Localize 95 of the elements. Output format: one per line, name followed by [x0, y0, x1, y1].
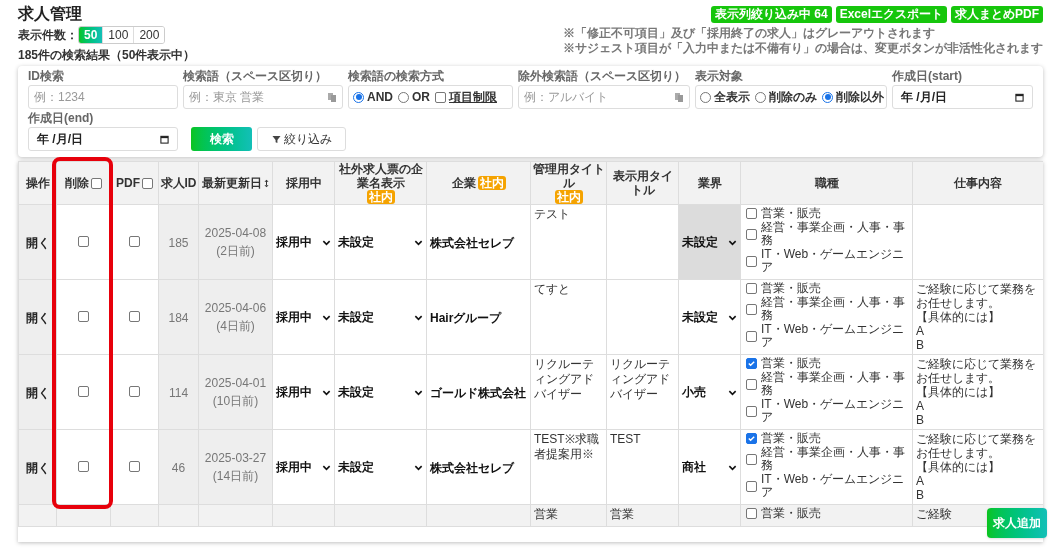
date-field[interactable]: 年 /月/日: [892, 85, 1033, 109]
checkbox-label: 営業・販売: [761, 507, 821, 520]
radio-label: 削除のみ: [769, 89, 817, 106]
tag: 社内: [366, 190, 395, 204]
column-header: 削除: [56, 161, 111, 205]
table-cell-text: (4日前): [216, 318, 255, 335]
checkbox-label: 営業・販売: [761, 282, 821, 295]
column-header: 企業 社内: [426, 161, 531, 205]
table-cell: 114: [168, 386, 189, 400]
table-cell: 184: [168, 311, 189, 325]
table-cell-text: てすと: [534, 282, 571, 297]
column-header: 仕事内容: [912, 161, 1043, 205]
table-cell: Hairグループ: [430, 311, 502, 325]
column-header: 求人ID: [158, 161, 199, 205]
table-cell-text: (10日前): [212, 393, 259, 410]
table-cell: 185: [168, 236, 189, 250]
table-cell: ゴールド株式会社: [430, 386, 526, 400]
checkbox-label: 経営・事業企画・人事・事務: [761, 296, 906, 322]
checkbox-label: 経営・事業企画・人事・事務: [761, 371, 906, 397]
table-cell: 46: [171, 461, 186, 475]
table-cell: 株式会社セレブ: [430, 461, 514, 475]
checkbox-label: 営業・販売: [761, 207, 821, 220]
column-header: PDF: [110, 161, 159, 205]
table-cell: ご経験に応じて業務を: [916, 357, 1036, 371]
table-cell-text: TEST: [610, 432, 642, 447]
column-header: 採用中: [272, 161, 335, 205]
checkbox-label: 経営・事業企画・人事・事務: [761, 446, 906, 472]
table-cell: B: [916, 488, 924, 502]
checkbox-label: 営業・販売: [761, 357, 821, 370]
column-header: 最新更新日: [198, 161, 273, 205]
table-cell: お任せします。: [916, 296, 1000, 310]
open-link[interactable]: 開く: [25, 461, 50, 475]
column-header: 職種: [740, 161, 913, 205]
note-text: ※「修正不可項目」及び「採用終了の求人」はグレーアウトされます: [563, 26, 936, 41]
result-summary: 185件の検索結果（50件表示中）: [18, 47, 196, 64]
table-cell: B: [916, 413, 924, 427]
table-cell: ご経験に応じて業務を: [916, 282, 1036, 296]
checkbox-label: IT・Web・ゲームエンジニア: [761, 323, 906, 349]
table-cell-text: 2025-04-06: [204, 300, 267, 317]
radio-label: OR: [412, 89, 430, 106]
column-header: 業界: [678, 161, 741, 205]
open-link[interactable]: 開く: [25, 311, 50, 325]
page-size-label: 表示件数：: [18, 27, 78, 44]
table-cell-text: (14日前): [212, 468, 259, 485]
table-cell: A: [916, 324, 924, 338]
open-link[interactable]: 開く: [25, 236, 50, 250]
table-cell-text: 営業: [610, 507, 635, 522]
tag: 社内: [554, 190, 583, 204]
page-size-option[interactable]: 200: [133, 27, 165, 43]
table-cell: A: [916, 399, 924, 413]
field-label: 作成日(start): [892, 69, 963, 84]
field-label: 表示対象: [695, 69, 744, 84]
checkbox-label: 営業・販売: [761, 432, 821, 445]
note-text: ※サジェスト項目が「入力中または不備有り」の場合は、変更ボタンが非活性化されます: [563, 41, 1043, 56]
page-title: 求人管理: [18, 4, 82, 24]
checkbox-label: IT・Web・ゲームエンジニア: [761, 398, 906, 424]
table-cell: お任せします。: [916, 371, 1000, 385]
table-cell-text: 営業: [534, 507, 559, 522]
table-cell-text: テスト: [534, 207, 571, 222]
table-cell-text: (2日前): [216, 243, 255, 260]
column-header: 管理用タイトル 社内: [530, 161, 607, 205]
open-link[interactable]: 開く: [25, 386, 50, 400]
table-cell: A: [916, 474, 924, 488]
table-cell: 【具体的には】: [916, 310, 1000, 324]
radio-label: 全表示: [714, 89, 750, 106]
table-cell: 【具体的には】: [916, 385, 1000, 399]
column-header: 操作: [18, 161, 57, 205]
checkbox-label: 経営・事業企画・人事・事務: [761, 221, 906, 247]
table-cell: 株式会社セレブ: [430, 236, 514, 250]
table-cell-text: 2025-04-08: [204, 225, 267, 242]
table-cell: ご経験に応じて業務を: [916, 432, 1036, 446]
table-cell-text: リクルーティングアドバイザー: [534, 357, 595, 402]
date-field[interactable]: 年 /月/日: [28, 127, 178, 151]
checkbox-label: IT・Web・ゲームエンジニア: [761, 473, 906, 499]
table-cell-text: 2025-03-27: [204, 450, 267, 467]
column-header: 表示用タイトル: [606, 161, 679, 205]
table-cell: お任せします。: [916, 446, 1000, 460]
column-header: 社外求人票の企業名表示 社内: [334, 161, 427, 205]
field-label: 検索語（スペース区切り）: [183, 69, 328, 84]
table-cell-text: リクルーティングアドバイザー: [610, 357, 671, 402]
table-cell: B: [916, 338, 924, 352]
checkbox-label: IT・Web・ゲームエンジニア: [761, 248, 906, 274]
table-cell: 【具体的には】: [916, 460, 1000, 474]
filter-button[interactable]: 絞り込み: [257, 127, 346, 151]
field-label: 検索語の検索方式: [348, 69, 445, 84]
table-cell-text: TEST※求職者提案用※: [534, 432, 600, 462]
tag: 社内: [477, 176, 506, 190]
radio-label: AND: [367, 89, 393, 106]
field-label: 作成日(end): [28, 111, 95, 126]
field-label: 除外検索語（スペース区切り）: [518, 69, 687, 84]
field-label: ID検索: [28, 69, 65, 84]
link[interactable]: 項目制限: [449, 88, 497, 106]
table-cell: ご経験: [916, 507, 952, 521]
radio-label: 削除以外: [836, 89, 884, 106]
table-cell-text: 2025-04-01: [204, 375, 267, 392]
